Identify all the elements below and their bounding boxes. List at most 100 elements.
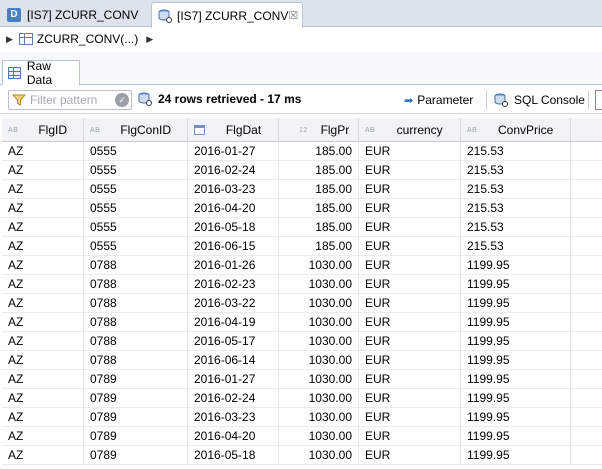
cell-flgdat[interactable]: 2016-01-27 — [188, 370, 279, 389]
cell-convprice[interactable]: 215.53 — [461, 199, 571, 218]
cell-currency[interactable]: EUR — [359, 218, 461, 237]
cell-flgpr[interactable]: 185.00 — [279, 142, 359, 161]
cell-convprice[interactable]: 1199.95 — [461, 427, 571, 446]
cell-flgdat[interactable]: 2016-06-15 — [188, 237, 279, 256]
table-row[interactable]: AZ 0555 2016-04-20 185.00 EUR 215.53 — [2, 199, 602, 218]
cell-flgid[interactable]: AZ — [2, 256, 84, 275]
column-header-flgconid[interactable]: AB FlgConID — [84, 118, 188, 142]
cell-convprice[interactable]: 1199.95 — [461, 313, 571, 332]
table-row[interactable]: AZ 0789 2016-03-23 1030.00 EUR 1199.95 — [2, 408, 602, 427]
cell-flgid[interactable]: AZ — [2, 180, 84, 199]
cell-flgdat[interactable]: 2016-05-18 — [188, 218, 279, 237]
cell-flgdat[interactable]: 2016-05-17 — [188, 332, 279, 351]
table-row[interactable]: AZ 0555 2016-02-24 185.00 EUR 215.53 — [2, 161, 602, 180]
cell-flgdat[interactable]: 2016-04-20 — [188, 199, 279, 218]
cell-flgid[interactable]: AZ — [2, 446, 84, 465]
cell-convprice[interactable]: 1199.95 — [461, 275, 571, 294]
editor-tab-zcurr-conv-1[interactable]: D [IS7] ZCURR_CONV — [0, 2, 150, 27]
cell-flgid[interactable]: AZ — [2, 408, 84, 427]
table-row[interactable]: AZ 0789 2016-05-18 1030.00 EUR 1199.95 — [2, 446, 602, 465]
cell-currency[interactable]: EUR — [359, 351, 461, 370]
cell-convprice[interactable]: 1199.95 — [461, 256, 571, 275]
column-header-convprice[interactable]: AB ConvPrice — [461, 118, 571, 142]
cell-flgid[interactable]: AZ — [2, 313, 84, 332]
cell-flgpr[interactable]: 1030.00 — [279, 313, 359, 332]
cell-flgid[interactable]: AZ — [2, 389, 84, 408]
cell-convprice[interactable]: 215.53 — [461, 180, 571, 199]
cell-flgid[interactable]: AZ — [2, 332, 84, 351]
cell-flgid[interactable]: AZ — [2, 275, 84, 294]
cell-flgdat[interactable]: 2016-06-14 — [188, 351, 279, 370]
table-row[interactable]: AZ 0555 2016-01-27 185.00 EUR 215.53 — [2, 142, 602, 161]
overflow-button[interactable] — [595, 90, 602, 110]
cell-flgdat[interactable]: 2016-02-24 — [188, 161, 279, 180]
cell-currency[interactable]: EUR — [359, 237, 461, 256]
cell-flgconid[interactable]: 0788 — [84, 256, 188, 275]
cell-flgdat[interactable]: 2016-01-27 — [188, 142, 279, 161]
cell-flgid[interactable]: AZ — [2, 161, 84, 180]
cell-flgpr[interactable]: 1030.00 — [279, 256, 359, 275]
cell-currency[interactable]: EUR — [359, 275, 461, 294]
cell-flgconid[interactable]: 0788 — [84, 351, 188, 370]
apply-filter-icon[interactable]: ✓ — [115, 93, 129, 107]
table-row[interactable]: AZ 0789 2016-01-27 1030.00 EUR 1199.95 — [2, 370, 602, 389]
cell-flgpr[interactable]: 1030.00 — [279, 275, 359, 294]
column-header-flgdat[interactable]: FlgDat — [188, 118, 279, 142]
tab-raw-data[interactable]: Raw Data — [2, 59, 80, 87]
table-row[interactable]: AZ 0788 2016-05-17 1030.00 EUR 1199.95 — [2, 332, 602, 351]
cell-flgconid[interactable]: 0555 — [84, 199, 188, 218]
table-row[interactable]: AZ 0788 2016-03-22 1030.00 EUR 1199.95 — [2, 294, 602, 313]
cell-convprice[interactable]: 1199.95 — [461, 370, 571, 389]
cell-flgconid[interactable]: 0555 — [84, 142, 188, 161]
cell-currency[interactable]: EUR — [359, 161, 461, 180]
cell-flgpr[interactable]: 1030.00 — [279, 389, 359, 408]
editor-tab-zcurr-conv-2[interactable]: [IS7] ZCURR_CONV ☒ — [151, 2, 303, 28]
breadcrumb-next-chevron-icon[interactable]: ▶ — [146, 34, 153, 45]
cell-flgconid[interactable]: 0788 — [84, 294, 188, 313]
cell-convprice[interactable]: 1199.95 — [461, 408, 571, 427]
cell-flgdat[interactable]: 2016-03-23 — [188, 180, 279, 199]
cell-currency[interactable]: EUR — [359, 142, 461, 161]
result-grid[interactable]: AB FlgID AB FlgConID FlgDat 12 FlgPr AB … — [2, 118, 602, 469]
cell-flgpr[interactable]: 1030.00 — [279, 408, 359, 427]
cell-convprice[interactable]: 215.53 — [461, 237, 571, 256]
cell-flgid[interactable]: AZ — [2, 237, 84, 256]
cell-flgconid[interactable]: 0789 — [84, 389, 188, 408]
cell-convprice[interactable]: 215.53 — [461, 161, 571, 180]
column-header-flgid[interactable]: AB FlgID — [2, 118, 84, 142]
cell-convprice[interactable]: 1199.95 — [461, 332, 571, 351]
cell-flgid[interactable]: AZ — [2, 294, 84, 313]
cell-flgdat[interactable]: 2016-04-20 — [188, 427, 279, 446]
cell-flgconid[interactable]: 0555 — [84, 237, 188, 256]
cell-flgconid[interactable]: 0555 — [84, 161, 188, 180]
table-row[interactable]: AZ 0789 2016-02-24 1030.00 EUR 1199.95 — [2, 389, 602, 408]
breadcrumb-root-chevron-icon[interactable]: ▶ — [6, 34, 13, 45]
cell-flgid[interactable]: AZ — [2, 218, 84, 237]
breadcrumb-item-zcurr-conv[interactable]: ZCURR_CONV(...) — [37, 32, 138, 46]
table-row[interactable]: AZ 0788 2016-01-26 1030.00 EUR 1199.95 — [2, 256, 602, 275]
cell-flgconid[interactable]: 0788 — [84, 275, 188, 294]
cell-flgid[interactable]: AZ — [2, 351, 84, 370]
cell-currency[interactable]: EUR — [359, 294, 461, 313]
cell-flgdat[interactable]: 2016-03-23 — [188, 408, 279, 427]
cell-flgdat[interactable]: 2016-01-26 — [188, 256, 279, 275]
cell-flgconid[interactable]: 0788 — [84, 332, 188, 351]
cell-currency[interactable]: EUR — [359, 408, 461, 427]
cell-flgpr[interactable]: 1030.00 — [279, 427, 359, 446]
cell-flgdat[interactable]: 2016-04-19 — [188, 313, 279, 332]
cell-convprice[interactable]: 1199.95 — [461, 446, 571, 465]
cell-flgdat[interactable]: 2016-02-24 — [188, 389, 279, 408]
cell-currency[interactable]: EUR — [359, 370, 461, 389]
table-row[interactable]: AZ 0788 2016-06-14 1030.00 EUR 1199.95 — [2, 351, 602, 370]
cell-flgpr[interactable]: 185.00 — [279, 218, 359, 237]
table-row[interactable]: AZ 0788 2016-04-19 1030.00 EUR 1199.95 — [2, 313, 602, 332]
table-row[interactable]: AZ 0555 2016-06-15 185.00 EUR 215.53 — [2, 237, 602, 256]
cell-flgpr[interactable]: 1030.00 — [279, 370, 359, 389]
cell-flgid[interactable]: AZ — [2, 370, 84, 389]
cell-flgconid[interactable]: 0789 — [84, 446, 188, 465]
cell-flgconid[interactable]: 0555 — [84, 218, 188, 237]
sql-console-button[interactable]: SQL Console — [494, 91, 585, 109]
cell-flgid[interactable]: AZ — [2, 199, 84, 218]
cell-currency[interactable]: EUR — [359, 313, 461, 332]
cell-currency[interactable]: EUR — [359, 180, 461, 199]
